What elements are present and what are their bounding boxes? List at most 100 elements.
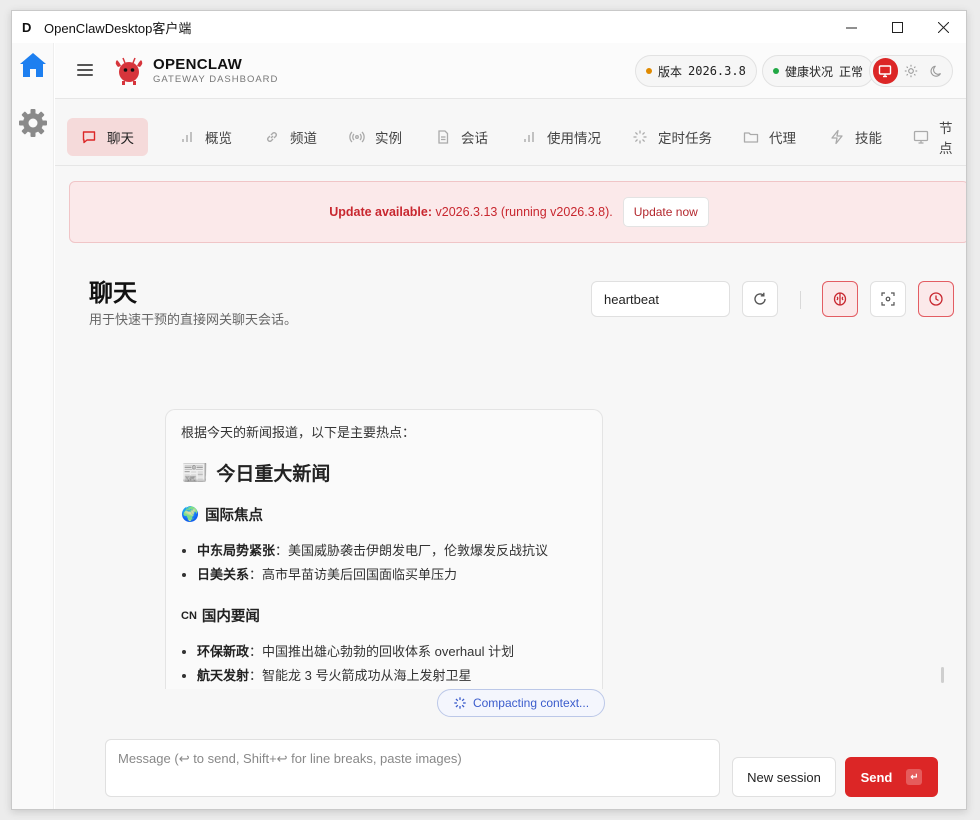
dashboard-header: OPENCLAW GATEWAY DASHBOARD 版本 2026.3.8 健…	[55, 43, 966, 99]
message-input[interactable]: Message (↩ to send, Shift+↩ for line bre…	[105, 739, 720, 797]
theme-dark-button[interactable]	[924, 58, 949, 84]
page-title: 聊天	[89, 280, 137, 307]
sidebar-home-button[interactable]	[17, 49, 49, 81]
version-pill: 版本 2026.3.8	[635, 55, 757, 87]
item-text: ：智能龙 3 号火箭成功从海上发射卫星	[249, 668, 472, 683]
item-topic: 航天发射	[197, 668, 250, 683]
chat-scrollbar[interactable]	[941, 667, 944, 683]
item-text: ：美国威胁袭击伊朗发电厂，伦敦爆发反战抗议	[275, 543, 549, 558]
page-subtitle: 用于快速干预的直接网关聊天会话。	[89, 312, 298, 327]
link-icon	[264, 129, 280, 145]
maximize-button[interactable]	[874, 11, 920, 43]
focus-mode-button[interactable]	[870, 281, 906, 317]
app-icon: D	[22, 19, 32, 35]
tab-channels[interactable]: 频道	[250, 118, 331, 156]
tab-label: 技能	[855, 131, 882, 146]
tab-agents[interactable]: 代理	[729, 118, 810, 156]
focus-icon	[881, 292, 895, 306]
tab-instances[interactable]: 实例	[335, 118, 416, 156]
sidebar-settings-button[interactable]	[17, 107, 49, 139]
tab-skills[interactable]: 技能	[815, 118, 896, 156]
update-banner: Update available: v2026.3.13 (running v2…	[69, 181, 966, 243]
tab-label: 聊天	[107, 131, 134, 146]
window-controls	[828, 11, 966, 43]
window-title: OpenClawDesktop客户端	[44, 20, 192, 36]
tab-label: 会话	[461, 131, 488, 146]
item-topic: 日美关系	[197, 567, 250, 582]
list-item: 中东局势紧张：美国威胁袭击伊朗发电厂，伦敦爆发反战抗议	[197, 539, 587, 563]
item-text: ：高市早苗访美后回国面临买单压力	[249, 567, 458, 582]
theme-switcher	[869, 55, 953, 87]
item-text: ：中国推出雄心勃勃的回收体系 overhaul 计划	[249, 644, 515, 659]
lobster-logo-icon	[115, 57, 143, 85]
heading-text: 今日重大新闻	[216, 464, 331, 485]
section-heading-domestic: CN 国内要闻	[181, 605, 587, 626]
theme-system-button[interactable]	[873, 58, 898, 84]
tab-nodes[interactable]: 节点	[899, 118, 966, 156]
section-heading-international: 🌍 国际焦点	[181, 504, 587, 525]
app-window: D OpenClawDesktop客户端 OPENCLAW GATEWAY DA…	[11, 10, 967, 810]
brand-name: OPENCLAW	[153, 56, 243, 73]
health-value: 正常	[839, 64, 864, 79]
update-now-button[interactable]: Update now	[622, 197, 709, 227]
section-title: 国际焦点	[205, 508, 264, 524]
compacting-text: Compacting context...	[472, 696, 590, 710]
refresh-icon	[754, 292, 766, 305]
enter-key-icon: ↵	[906, 769, 923, 785]
loader-icon	[632, 129, 648, 145]
clock-icon	[929, 292, 943, 306]
newspaper-icon: 📰	[181, 459, 209, 485]
bar-chart-icon	[521, 129, 537, 145]
tab-usage[interactable]: 使用情况	[507, 118, 615, 156]
globe-icon: 🌍	[181, 507, 200, 523]
section-title: 国内要闻	[201, 609, 260, 625]
refresh-button[interactable]	[742, 281, 778, 317]
send-button[interactable]: Send ↵	[845, 757, 938, 797]
maximize-icon	[891, 21, 903, 33]
compacting-indicator: Compacting context...	[437, 689, 605, 717]
tab-chat[interactable]: 聊天	[67, 118, 148, 156]
new-session-button[interactable]: New session	[732, 757, 836, 797]
folder-icon	[743, 129, 759, 145]
theme-light-button[interactable]	[899, 58, 924, 84]
gear-icon	[19, 109, 47, 137]
health-status-dot	[773, 68, 779, 74]
toolbar-divider	[800, 291, 801, 309]
cron-sessions-toggle-button[interactable]	[918, 281, 954, 317]
minimize-button[interactable]	[828, 11, 874, 43]
version-value: 2026.3.8	[688, 64, 746, 78]
tab-label: 频道	[290, 131, 317, 146]
monitor-icon	[913, 129, 929, 145]
menu-toggle-button[interactable]	[77, 61, 95, 79]
bar-chart-icon	[179, 129, 195, 145]
monitor-icon	[879, 65, 892, 78]
close-button[interactable]	[920, 11, 966, 43]
tab-label: 定时任务	[658, 131, 712, 146]
tab-label: 概览	[205, 131, 232, 146]
list-item: 环保新政：中国推出雄心勃勃的回收体系 overhaul 计划	[197, 640, 587, 664]
tab-overview[interactable]: 概览	[165, 118, 246, 156]
send-label: Send	[860, 769, 893, 785]
domestic-news-list: 环保新政：中国推出雄心勃勃的回收体系 overhaul 计划 航天发射：智能龙 …	[181, 640, 587, 688]
message-intro: 根据今天的新闻报道，以下是主要热点：	[181, 425, 416, 440]
tab-label: 实例	[375, 131, 402, 146]
tab-label: 代理	[769, 131, 796, 146]
item-topic: 环保新政	[197, 644, 250, 659]
update-message: Update available: v2026.3.13 (running v2…	[329, 205, 613, 219]
tab-label: 使用情况	[547, 131, 601, 146]
thinking-toggle-button[interactable]	[822, 281, 858, 317]
china-flag-icon: CN	[181, 609, 197, 622]
session-key-input[interactable]: heartbeat	[591, 281, 730, 317]
list-item: 航天发射：智能龙 3 号火箭成功从海上发射卫星	[197, 664, 587, 688]
sun-icon	[904, 64, 918, 78]
tab-sessions[interactable]: 会话	[421, 118, 502, 156]
broadcast-icon	[349, 129, 365, 145]
tab-label: 节点	[939, 121, 953, 156]
health-label: 健康状况	[785, 64, 834, 79]
document-icon	[435, 129, 451, 145]
chat-icon	[81, 129, 97, 145]
brand: OPENCLAW GATEWAY DASHBOARD	[153, 56, 278, 85]
tab-cron-jobs[interactable]: 定时任务	[618, 118, 726, 156]
version-label: 版本	[658, 64, 683, 79]
brain-icon	[833, 292, 847, 306]
